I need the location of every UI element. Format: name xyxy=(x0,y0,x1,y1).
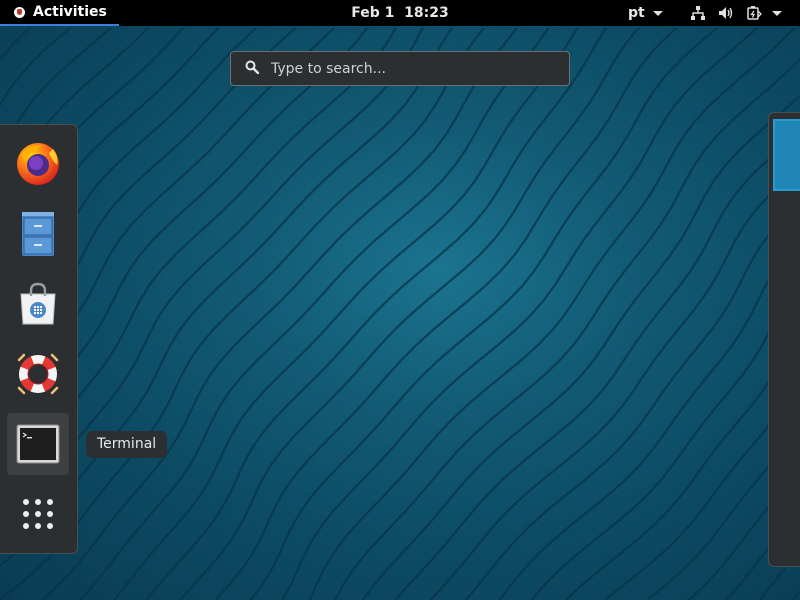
wallpaper-wave xyxy=(113,28,579,600)
language-label: pt xyxy=(628,5,645,21)
dash-tooltip: Terminal xyxy=(86,431,168,458)
activities-label: Activities xyxy=(33,4,107,20)
wallpaper-wave xyxy=(214,28,678,600)
language-selector[interactable]: pt xyxy=(628,0,663,26)
wallpaper-wave xyxy=(145,28,608,600)
app-grid-icon xyxy=(23,499,53,529)
dash xyxy=(0,124,78,554)
dash-item-terminal[interactable] xyxy=(7,413,69,475)
show-applications-button[interactable] xyxy=(7,483,69,545)
lifebuoy-icon xyxy=(17,353,59,395)
file-cabinet-icon xyxy=(22,212,54,256)
volume-icon xyxy=(718,5,734,21)
clock: Feb 1 18:23 xyxy=(0,0,800,26)
wallpaper-waves xyxy=(0,28,800,600)
wallpaper-wave xyxy=(249,28,719,600)
workspace-thumbnail[interactable] xyxy=(773,119,800,191)
wallpaper-wave xyxy=(308,28,796,600)
chevron-down-icon xyxy=(652,10,663,16)
wallpaper-wave xyxy=(565,321,800,600)
top-bar: Activities Feb 1 18:23 pt xyxy=(0,0,800,26)
time-label: 18:23 xyxy=(404,5,449,21)
network-icon xyxy=(690,5,706,21)
dash-item-software[interactable] xyxy=(7,273,69,335)
activities-button[interactable]: Activities xyxy=(0,0,119,26)
terminal-icon xyxy=(16,424,60,464)
chevron-down-icon xyxy=(772,10,782,16)
date-label: Feb 1 xyxy=(351,5,395,21)
workspace-selector xyxy=(768,112,800,567)
search-box[interactable] xyxy=(230,51,570,86)
dash-item-help[interactable] xyxy=(7,343,69,405)
clock-button[interactable]: Feb 1 18:23 xyxy=(351,5,448,21)
battery-icon xyxy=(746,5,762,21)
search-icon xyxy=(245,59,260,78)
wallpaper-wave xyxy=(41,28,519,600)
search-input[interactable] xyxy=(269,59,553,78)
system-menu[interactable] xyxy=(690,0,782,26)
firefox-icon xyxy=(17,143,59,185)
dash-item-firefox[interactable] xyxy=(7,133,69,195)
distro-logo-icon xyxy=(14,6,25,18)
shopping-bag-icon xyxy=(20,282,56,325)
dash-item-files[interactable] xyxy=(7,203,69,265)
